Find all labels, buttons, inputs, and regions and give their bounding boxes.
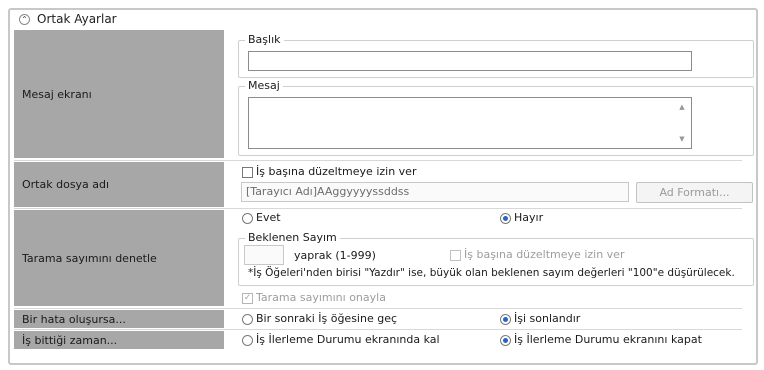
- title-group-label: Başlık: [245, 33, 284, 46]
- expected-count-label: Beklenen Sayım: [245, 231, 340, 244]
- scroll-down-icon[interactable]: ▼: [675, 135, 689, 143]
- expected-allow-edit-checkbox[interactable]: [450, 250, 461, 261]
- on-error-next-label[interactable]: Bir sonraki İş öğesine geç: [256, 312, 397, 325]
- scan-count-no-radio[interactable]: [500, 213, 511, 224]
- scan-count-yes-label[interactable]: Evet: [256, 211, 281, 224]
- row-label-message-screen: Mesaj ekranı: [14, 30, 224, 158]
- section-title: Ortak Ayarlar: [37, 12, 117, 26]
- row-label-scan-count-check: Tarama sayımını denetle: [14, 210, 224, 306]
- expected-pages-input[interactable]: [244, 245, 284, 265]
- message-scrollbar[interactable]: ▲ ▼: [675, 100, 689, 146]
- section-header[interactable]: ⌃ Ortak Ayarlar: [10, 10, 756, 30]
- on-finish-close-label[interactable]: İş İlerleme Durumu ekranını kapat: [514, 333, 702, 346]
- scroll-up-icon[interactable]: ▲: [675, 103, 689, 111]
- on-error-next-radio[interactable]: [242, 314, 253, 325]
- on-error-stop-radio[interactable]: [500, 314, 511, 325]
- row-label-common-filename: Ortak dosya adı: [14, 162, 224, 207]
- confirm-scan-count-checkbox[interactable]: ✓: [242, 293, 253, 304]
- print-note-text: *İş Öğeleri'nden birisi "Yazdır" ise, bü…: [248, 267, 735, 279]
- filename-input[interactable]: [Tarayıcı Adı]AAggyyyyssddss: [241, 182, 629, 202]
- message-textarea[interactable]: ▲ ▼: [248, 97, 692, 149]
- expected-allow-edit-label[interactable]: İş başına düzeltmeye izin ver: [464, 248, 624, 261]
- row-divider: [14, 308, 742, 309]
- row-divider: [14, 160, 742, 161]
- name-format-button[interactable]: Ad Formatı...: [636, 182, 753, 203]
- on-finish-stay-radio[interactable]: [242, 335, 253, 346]
- row-divider: [14, 208, 742, 209]
- collapse-chevron-icon[interactable]: ⌃: [19, 14, 30, 25]
- title-input[interactable]: [248, 51, 692, 71]
- expected-pages-unit: yaprak (1-999): [294, 249, 376, 262]
- row-label-on-finish: İş bittiği zaman...: [14, 331, 224, 349]
- on-error-stop-label[interactable]: İşi sonlandır: [514, 312, 580, 325]
- row-label-on-error: Bir hata oluşursa...: [14, 310, 224, 328]
- on-finish-close-radio[interactable]: [500, 335, 511, 346]
- scan-count-no-label[interactable]: Hayır: [514, 211, 543, 224]
- row-divider: [14, 329, 742, 330]
- scan-count-yes-radio[interactable]: [242, 213, 253, 224]
- check-icon: ✓: [243, 293, 252, 303]
- filename-allow-edit-label[interactable]: İş başına düzeltmeye izin ver: [256, 165, 416, 178]
- on-finish-stay-label[interactable]: İş İlerleme Durumu ekranında kal: [256, 333, 440, 346]
- filename-allow-edit-checkbox[interactable]: [242, 167, 253, 178]
- message-group-label: Mesaj: [245, 79, 283, 92]
- confirm-scan-count-label[interactable]: Tarama sayımını onayla: [256, 291, 386, 304]
